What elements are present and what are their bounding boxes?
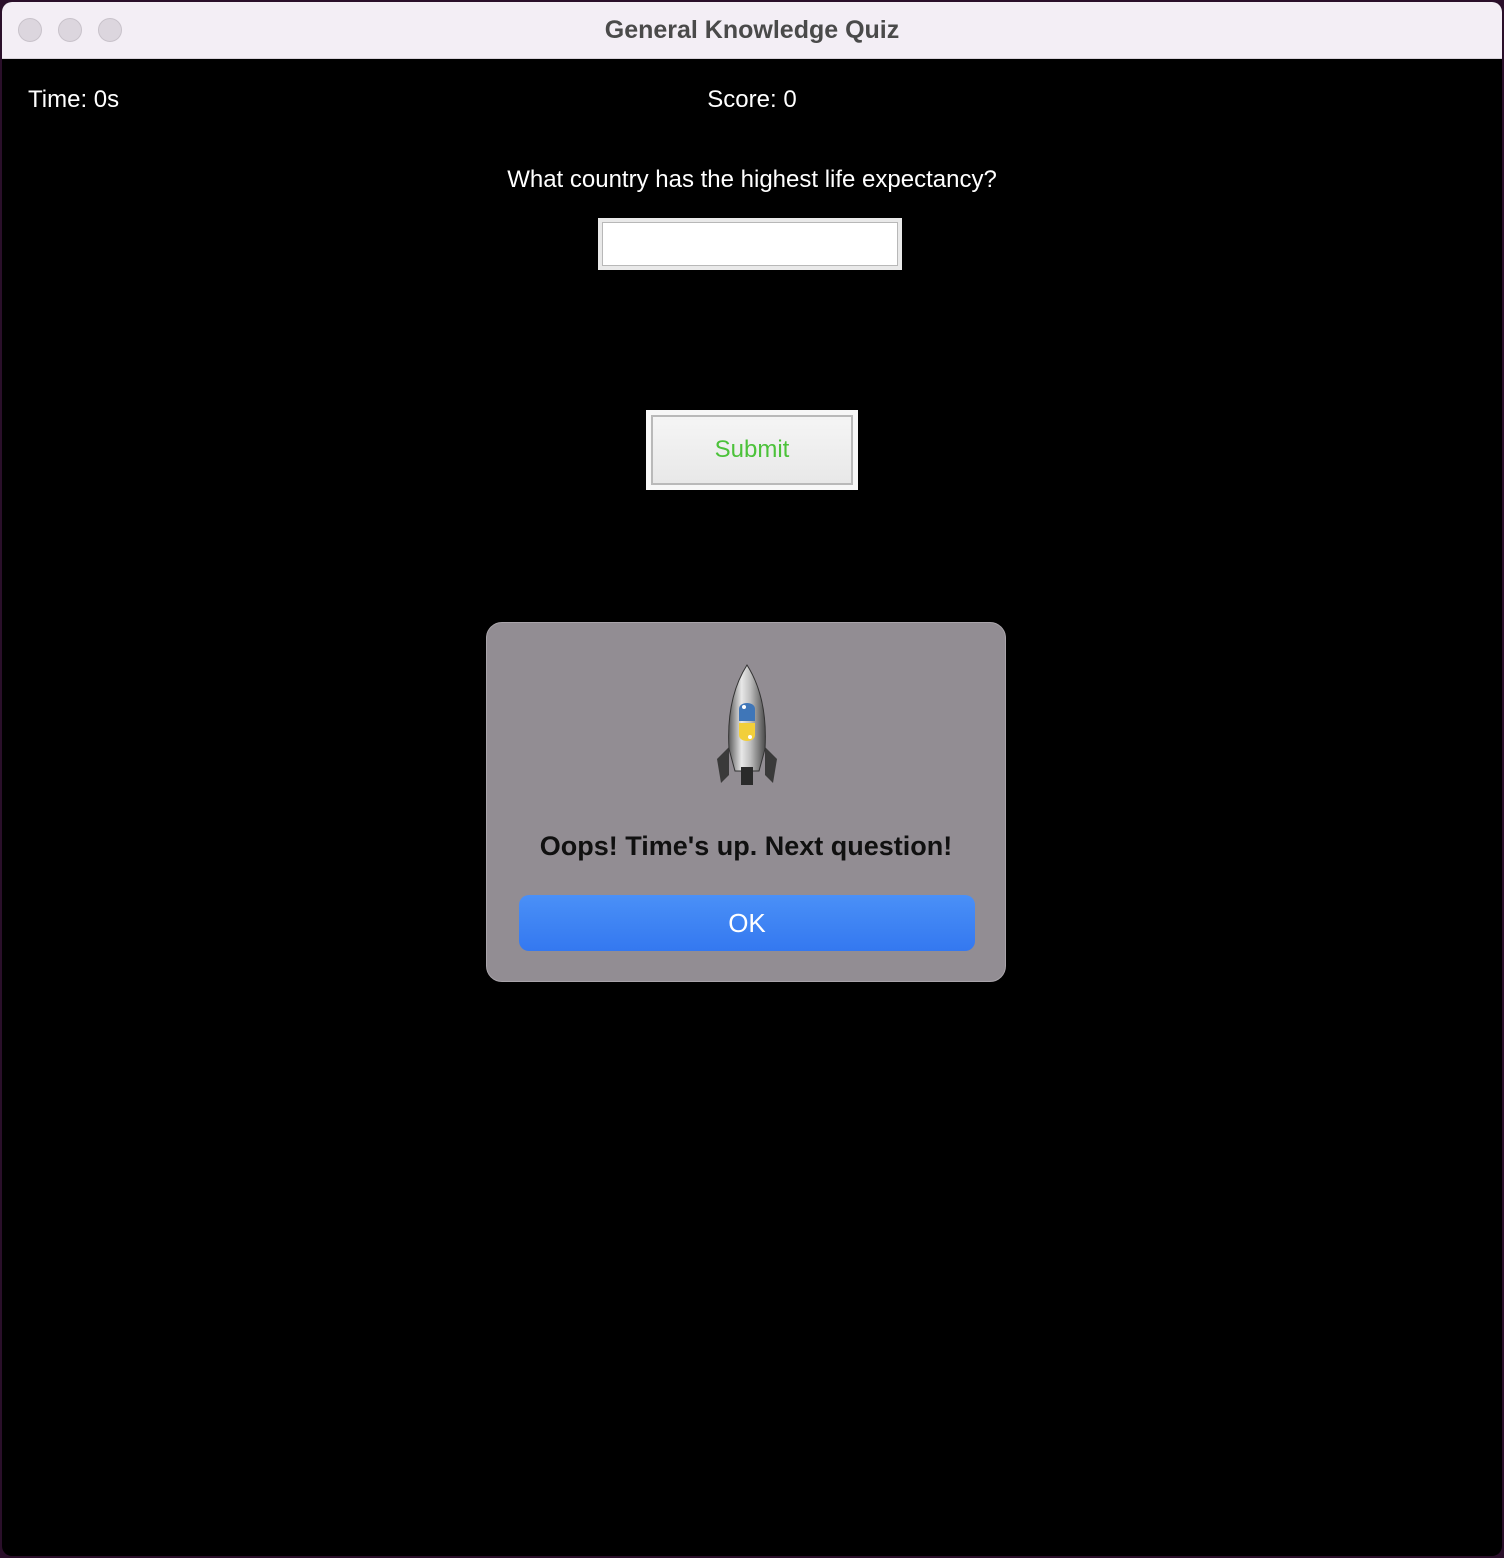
submit-button[interactable]: Submit [651,415,853,485]
answer-input[interactable] [602,222,898,266]
submit-button-frame: Submit [646,410,858,490]
answer-field-frame [598,218,902,270]
question-text: What country has the highest life expect… [507,166,997,193]
ok-button[interactable]: OK [519,895,975,951]
alert-dialog: Oops! Time's up. Next question! OK [486,622,1006,982]
title-bar: General Knowledge Quiz [2,2,1502,59]
score-label: Score: 0 [707,86,797,113]
dialog-message: Oops! Time's up. Next question! [539,831,953,861]
quiz-window: General Knowledge Quiz Time: 0s Score: 0… [2,2,1502,1556]
python-rocket-icon [717,664,777,785]
window-title: General Knowledge Quiz [604,16,900,44]
